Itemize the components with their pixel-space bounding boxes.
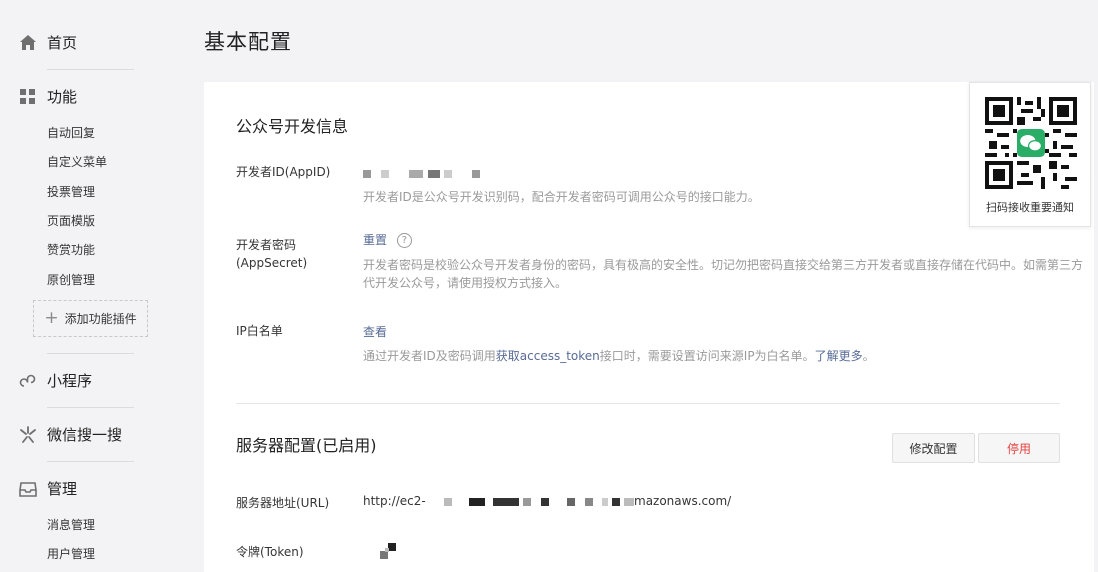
ip-desc-text-2: 接口时，需要设置访问来源IP为白名单。 <box>599 349 815 363</box>
divider <box>47 69 134 70</box>
ip-desc-end: 。 <box>862 349 875 363</box>
nav-wechat-search[interactable]: 微信搜一搜 <box>18 424 122 445</box>
token-value-masked <box>380 543 400 562</box>
disable-button[interactable]: 停用 <box>978 433 1060 463</box>
edit-config-button[interactable]: 修改配置 <box>892 433 975 463</box>
secret-description-2: 代开发公众号，请使用授权方式接入。 <box>363 276 568 290</box>
sidebar: 首页 功能 自动回复 自定义菜单 投票管理 页面模版 赞赏功能 原创管理 + 添… <box>0 0 160 572</box>
secret-description: 开发者密码是校验公众号开发者身份的密码，具有极高的安全性。切记勿把密码直接交给第… <box>363 258 1084 272</box>
search-spark-icon <box>18 425 38 445</box>
nav-features[interactable]: 功能 <box>18 86 77 107</box>
qr-caption: 扫码接收重要通知 <box>986 201 1074 214</box>
server-config-title: 服务器配置(已启用) <box>236 436 377 455</box>
nav-home-label: 首页 <box>47 34 78 52</box>
url-suffix: mazonaws.com/ <box>634 494 732 508</box>
ip-whitelist-description: 通过开发者ID及密码调用获取access_token接口时，需要设置访问来源IP… <box>363 347 875 365</box>
qr-notice-popup: 扫码接收重要通知 <box>969 82 1091 227</box>
sidebar-item-auto-reply[interactable]: 自动回复 <box>47 124 95 141</box>
ip-whitelist-view-link[interactable]: 查看 <box>363 323 387 340</box>
appid-description: 开发者ID是公众号开发识别码，配合开发者密码可调用公众号的接口能力。 <box>363 190 760 204</box>
inbox-icon <box>18 479 38 499</box>
add-plugin-label: 添加功能插件 <box>64 312 137 326</box>
ip-whitelist-label: IP白名单 <box>236 324 283 338</box>
divider <box>47 407 134 408</box>
help-icon[interactable]: ? <box>396 233 412 248</box>
secret-actions: 重置 ? <box>363 231 412 248</box>
page-edge <box>1094 180 1098 300</box>
server-url-value: http://ec2- mazonaws.com/ <box>363 494 731 508</box>
nav-manage-label: 管理 <box>47 480 78 498</box>
access-token-link[interactable]: 获取access_token <box>496 349 600 363</box>
sidebar-item-original[interactable]: 原创管理 <box>47 271 95 288</box>
sidebar-item-messages[interactable]: 消息管理 <box>47 516 95 533</box>
appid-value-masked <box>363 166 481 180</box>
nav-home[interactable]: 首页 <box>18 32 77 53</box>
server-url-label: 服务器地址(URL) <box>236 496 330 510</box>
reset-secret-link[interactable]: 重置 <box>363 233 387 247</box>
sidebar-item-page-template[interactable]: 页面模版 <box>47 212 95 229</box>
token-label: 令牌(Token) <box>236 545 304 559</box>
nav-features-label: 功能 <box>47 88 78 106</box>
nav-wechat-search-label: 微信搜一搜 <box>47 426 123 444</box>
nav-manage[interactable]: 管理 <box>18 478 77 499</box>
divider <box>47 461 134 462</box>
appid-label: 开发者ID(AppID) <box>236 165 331 179</box>
url-prefix: http://ec2- <box>363 494 426 508</box>
divider <box>47 353 134 354</box>
nav-mini-program-label: 小程序 <box>47 372 93 390</box>
plus-icon: + <box>44 308 59 328</box>
learn-more-link[interactable]: 了解更多 <box>815 349 863 363</box>
mini-program-icon <box>18 371 38 391</box>
section-divider <box>236 403 1060 404</box>
sidebar-item-vote[interactable]: 投票管理 <box>47 183 95 200</box>
ip-desc-text: 通过开发者ID及密码调用 <box>363 349 496 363</box>
qr-code-icon <box>985 97 1077 189</box>
config-card: 公众号开发信息 开发者ID(AppID) 开发者ID是公众号开发识别码，配合开发… <box>204 82 1094 572</box>
add-plugin-button[interactable]: + 添加功能插件 <box>33 300 148 337</box>
dev-info-title: 公众号开发信息 <box>236 117 349 136</box>
secret-label-sub: (AppSecret) <box>236 256 308 270</box>
home-icon <box>18 33 38 53</box>
nav-mini-program[interactable]: 小程序 <box>18 370 92 391</box>
page-title: 基本配置 <box>204 30 292 54</box>
secret-label: 开发者密码 <box>236 238 297 252</box>
grid-icon <box>18 87 38 107</box>
sidebar-item-users[interactable]: 用户管理 <box>47 545 95 562</box>
sidebar-item-custom-menu[interactable]: 自定义菜单 <box>47 153 107 170</box>
sidebar-item-reward[interactable]: 赞赏功能 <box>47 241 95 258</box>
